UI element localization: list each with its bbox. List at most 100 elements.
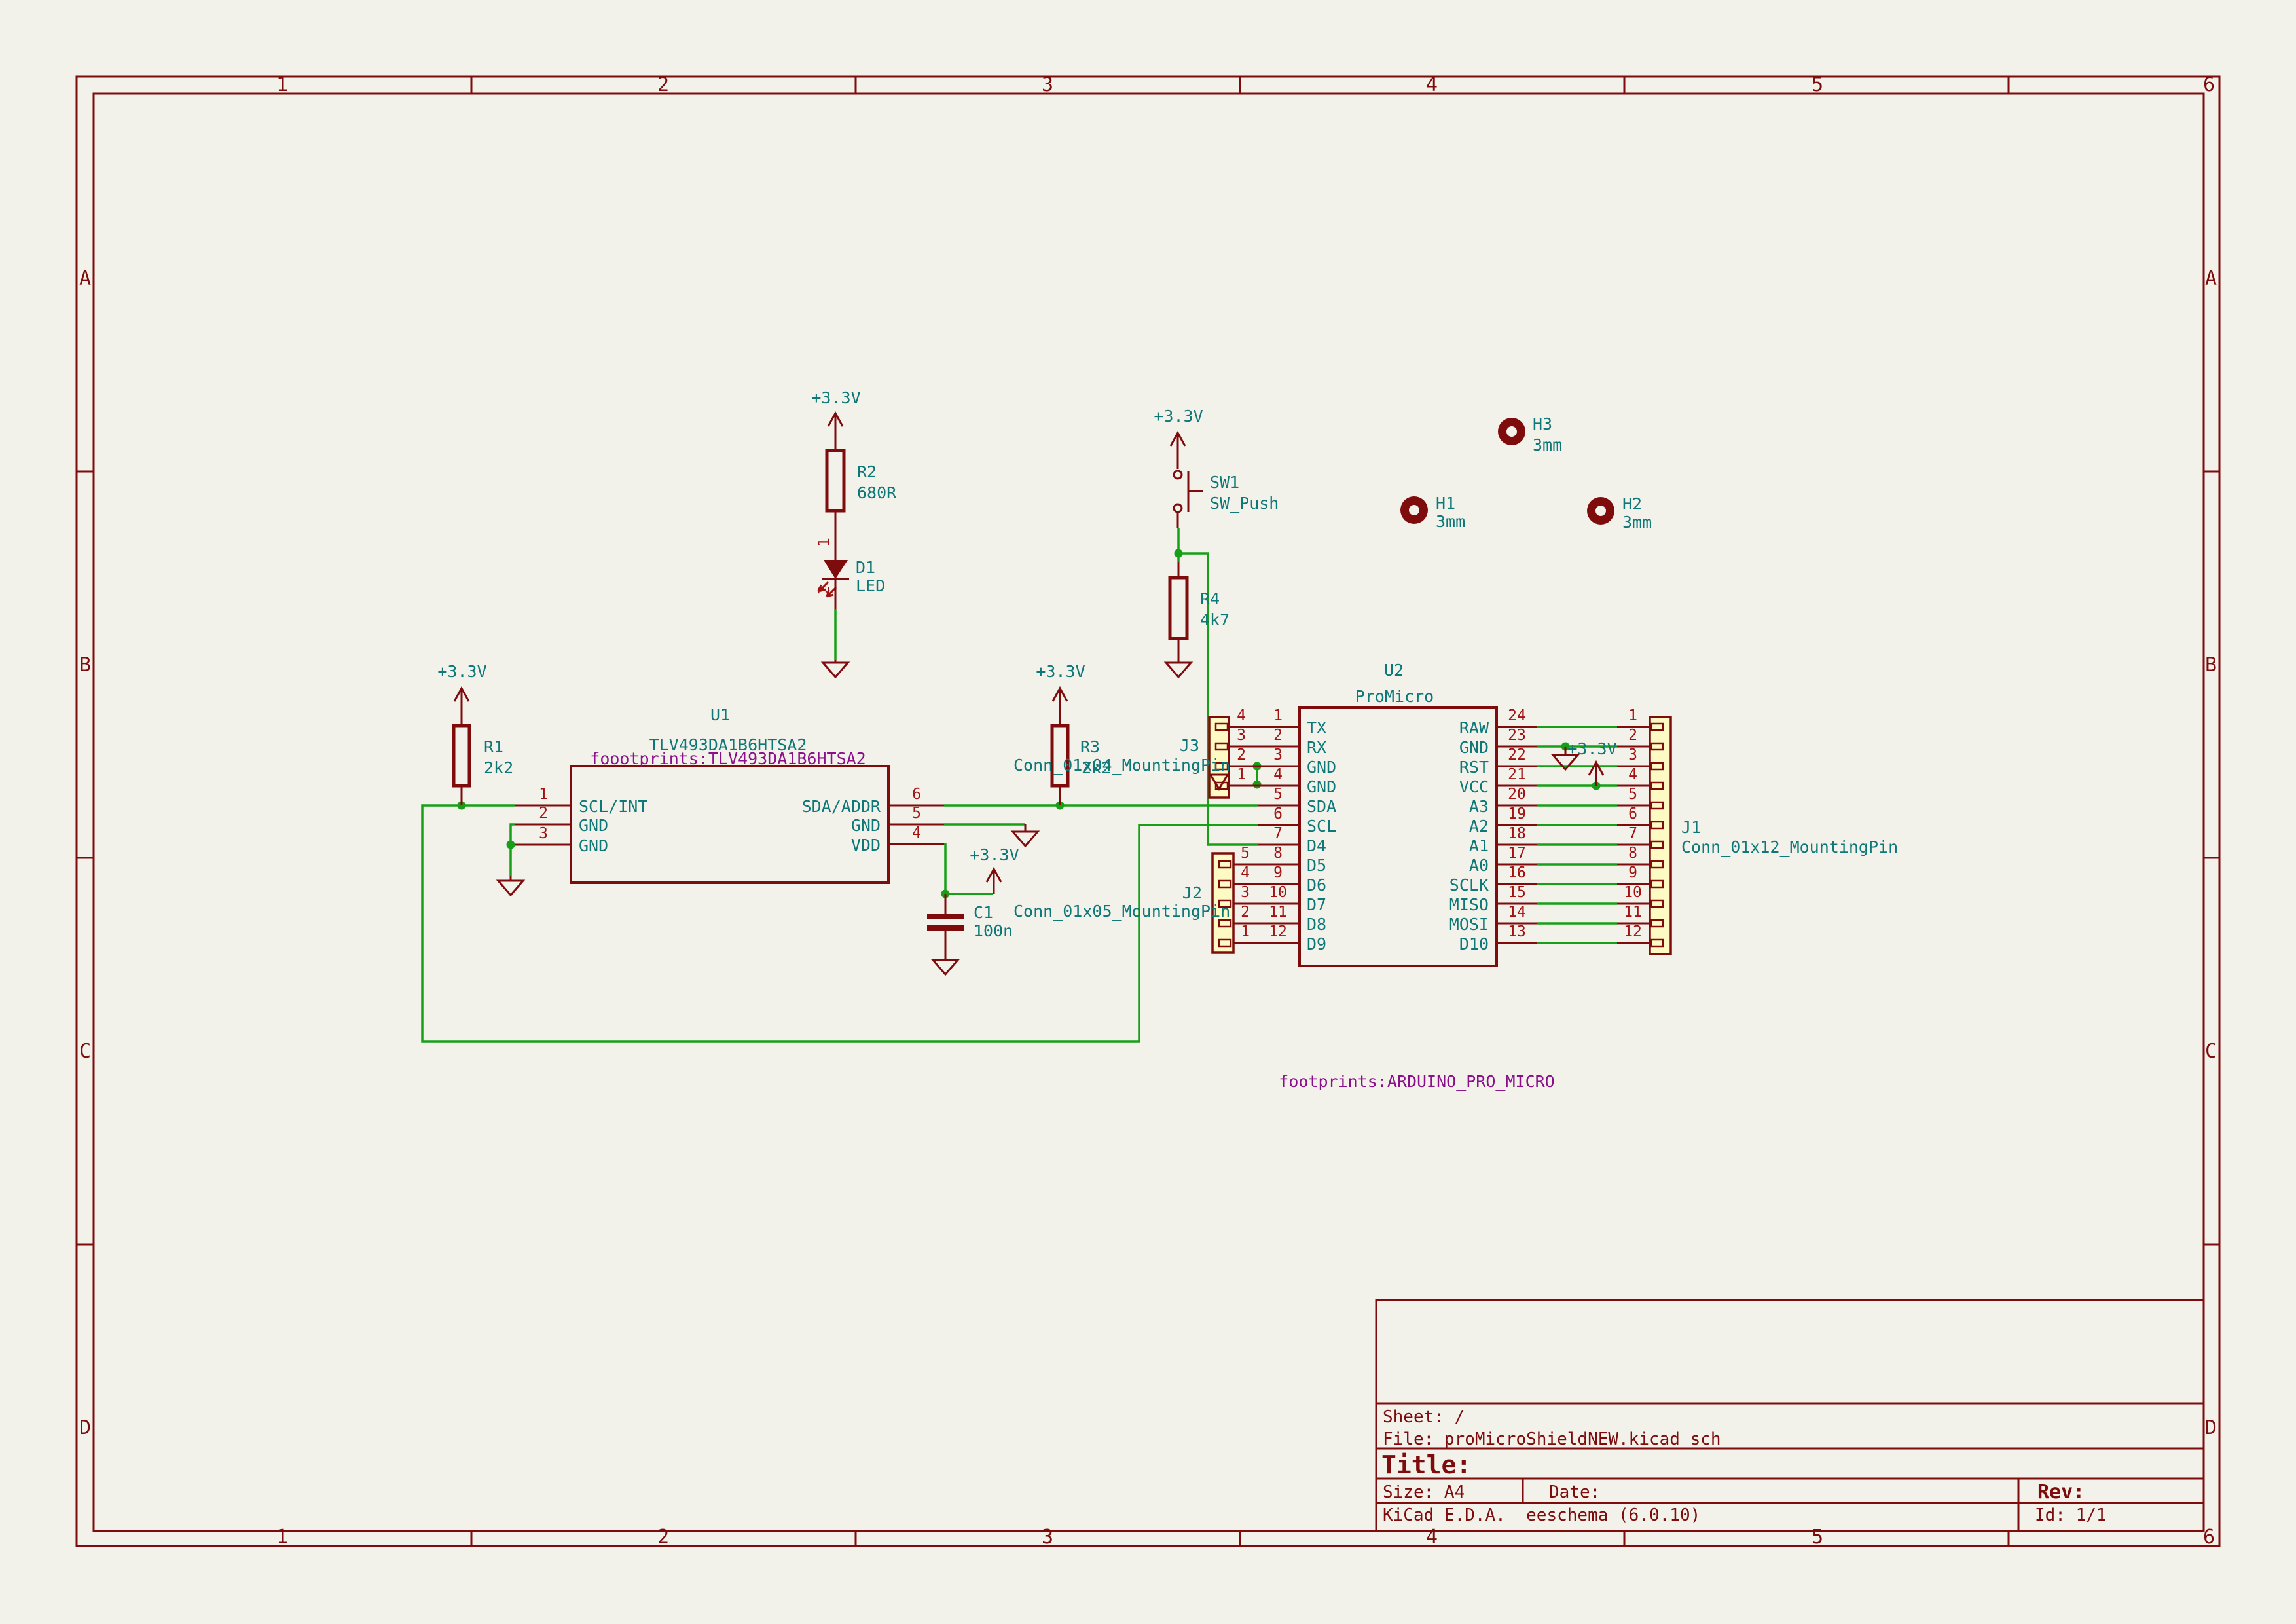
- component-r2[interactable]: R2 680R: [827, 451, 897, 560]
- component-r1[interactable]: R1 2k2: [454, 726, 513, 805]
- power-3v3-j1[interactable]: +3.3V: [1567, 739, 1616, 786]
- h3-value[interactable]: 3mm: [1533, 435, 1562, 454]
- wires[interactable]: [422, 528, 1617, 1041]
- r1-value[interactable]: 2k2: [484, 758, 513, 777]
- pin-number: 3: [1628, 747, 1637, 764]
- component-j1[interactable]: 123456789101112 J1 Conn_01x12_MountingPi…: [1617, 707, 1898, 954]
- r2-body[interactable]: [827, 451, 844, 511]
- grid-column-label: 6: [2203, 1526, 2215, 1549]
- d1-led-triangle[interactable]: [824, 560, 848, 579]
- c1-plates[interactable]: [927, 917, 964, 928]
- gnd-symbol[interactable]: [1166, 660, 1191, 677]
- gnd-symbol[interactable]: [498, 876, 523, 895]
- pin-number: 9: [1273, 864, 1283, 881]
- pin-number: 11: [1269, 904, 1287, 921]
- u2-reference[interactable]: U2: [1384, 661, 1404, 680]
- u2-value[interactable]: ProMicro: [1355, 687, 1434, 706]
- gnd-symbol[interactable]: [823, 660, 848, 677]
- grid-column-label: 1: [276, 1526, 288, 1549]
- schematic-canvas[interactable]: 112233445566AABBCCDD Sheet: / File: proM…: [0, 0, 2296, 1624]
- r4-reference[interactable]: R4: [1200, 589, 1220, 608]
- junction[interactable]: [1253, 781, 1262, 789]
- j3-reference[interactable]: J3: [1180, 736, 1199, 755]
- h2-hole-center: [1595, 506, 1606, 516]
- border-ticks-left: [77, 471, 94, 1244]
- u1-reference[interactable]: U1: [710, 705, 730, 724]
- c1-value[interactable]: 100n: [974, 921, 1013, 940]
- pin-number: 3: [1237, 727, 1246, 744]
- j3-value[interactable]: Conn_01x04_MountingPin: [1013, 756, 1230, 775]
- component-j2[interactable]: 54321 J2 Conn_01x05_MountingPin: [1013, 845, 1258, 953]
- h2-value[interactable]: 3mm: [1622, 513, 1652, 532]
- pin-number: 15: [1508, 884, 1526, 901]
- power-3v3-r3[interactable]: +3.3V: [1036, 662, 1085, 726]
- r2-reference[interactable]: R2: [857, 462, 877, 481]
- r4-body[interactable]: [1170, 578, 1187, 638]
- h1-value[interactable]: 3mm: [1436, 512, 1465, 531]
- c1-reference[interactable]: C1: [974, 903, 993, 922]
- component-c1[interactable]: C1 100n: [927, 894, 1013, 957]
- j1-reference[interactable]: J1: [1681, 818, 1701, 837]
- pin-name: GND: [1307, 758, 1336, 777]
- component-h2[interactable]: H2 3mm: [1587, 494, 1652, 532]
- junctions[interactable]: [458, 549, 1601, 898]
- j1-value[interactable]: Conn_01x12_MountingPin: [1681, 838, 1898, 857]
- gnd-symbol[interactable]: [933, 957, 958, 974]
- r3-reference[interactable]: R3: [1080, 737, 1100, 756]
- h1-reference[interactable]: H1: [1436, 494, 1455, 513]
- pin-number: 4: [912, 824, 921, 841]
- j2-reference[interactable]: J2: [1182, 883, 1202, 902]
- u2-footprint-field[interactable]: footprints:ARDUINO_PRO_MICRO: [1279, 1072, 1554, 1091]
- sw1-value[interactable]: SW_Push: [1210, 494, 1279, 513]
- r4-value[interactable]: 4k7: [1200, 610, 1230, 629]
- pin-number: 12: [1624, 923, 1642, 940]
- power-3v3-sw1[interactable]: +3.3V: [1154, 407, 1203, 469]
- pin-number: 3: [1241, 884, 1250, 901]
- component-j3[interactable]: 4321 J3 Conn_01x04_MountingPin: [1013, 707, 1258, 798]
- component-h1[interactable]: H1 3mm: [1400, 494, 1465, 531]
- pin-number: 16: [1508, 864, 1526, 881]
- power-3v3-r2[interactable]: +3.3V: [811, 388, 860, 451]
- r1-reference[interactable]: R1: [484, 737, 503, 756]
- h3-reference[interactable]: H3: [1533, 415, 1552, 434]
- pin-number: 19: [1508, 805, 1526, 822]
- junction[interactable]: [1175, 549, 1183, 558]
- component-u2[interactable]: U2 ProMicro footprints:ARDUINO_PRO_MICRO…: [1258, 661, 1555, 1091]
- wire-u1-gnd23[interactable]: [511, 824, 515, 876]
- junction[interactable]: [507, 841, 515, 849]
- grid-row-label: A: [79, 267, 91, 290]
- r1-body[interactable]: [454, 726, 469, 786]
- u1-footprint-field[interactable]: foootprints:TLV493DA1B6HTSA2: [590, 749, 866, 768]
- component-h3[interactable]: H3 3mm: [1498, 415, 1562, 454]
- d1-value[interactable]: LED: [856, 576, 885, 595]
- pin-number: 17: [1508, 845, 1526, 862]
- sw1-contact: [1174, 504, 1182, 512]
- component-sw1[interactable]: SW1 SW_Push: [1174, 471, 1279, 528]
- h2-reference[interactable]: H2: [1622, 494, 1642, 513]
- mounting-holes[interactable]: H3 3mm H1 3mm H2 3mm: [1400, 415, 1652, 532]
- power-arrow-icon: [1053, 688, 1067, 726]
- title-block-id: Id: 1/1: [2035, 1505, 2107, 1525]
- pin-number: 2: [816, 585, 833, 595]
- pin-number: 5: [1628, 786, 1637, 803]
- power-3v3-r1[interactable]: +3.3V: [437, 662, 486, 726]
- j1-body[interactable]: [1650, 717, 1671, 954]
- pin-name: MISO: [1449, 895, 1489, 914]
- d1-reference[interactable]: D1: [856, 558, 875, 577]
- pin-number: 4: [1241, 864, 1250, 881]
- pin-number: 10: [1624, 884, 1642, 901]
- component-d1[interactable]: 1 2 D1 LED: [816, 538, 885, 609]
- component-u1[interactable]: U1 TLV493DA1B6HTSA2 foootprints:TLV493DA…: [515, 705, 944, 883]
- u1-body[interactable]: [571, 766, 888, 883]
- gnd-symbol[interactable]: [1013, 824, 1038, 846]
- pin-name: A1: [1469, 836, 1489, 855]
- j2-value[interactable]: Conn_01x05_MountingPin: [1013, 902, 1230, 921]
- component-r4[interactable]: R4 4k7: [1170, 562, 1230, 660]
- sw1-reference[interactable]: SW1: [1210, 473, 1239, 492]
- grid-column-label: 2: [657, 1526, 669, 1549]
- power-3v3-c1[interactable]: +3.3V: [970, 845, 1019, 894]
- r2-value[interactable]: 680R: [857, 483, 897, 502]
- grid-column-label: 2: [657, 73, 669, 96]
- power-symbols[interactable]: +3.3V +3.3V +3.3V +3.3V +3.3V +3.3V: [437, 388, 1616, 894]
- u2-pins-left: 1TX2RX3GND4GND5SDA6SCL7D48D59D610D711D81…: [1258, 707, 1336, 953]
